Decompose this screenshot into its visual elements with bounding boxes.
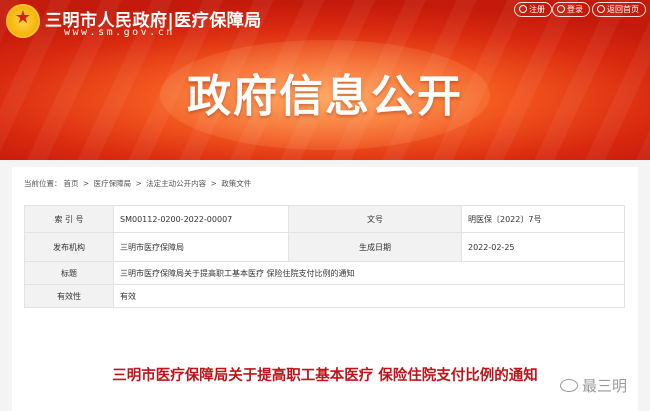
login-link[interactable]: 登录 [552,2,590,17]
issuer-label: 发布机构 [24,232,114,262]
table-row: 发布机构 三明市医疗保障局 生成日期 2022-02-25 [24,232,625,262]
person-icon [557,5,565,13]
validity-label: 有效性 [24,284,114,308]
home-label: 返回首页 [607,5,639,14]
banner-title: 政府信息公开 [187,71,463,122]
table-row: 标题 三明市医疗保障局关于提高职工基本医疗 保险住院支付比例的通知 [24,261,625,285]
register-label: 注册 [529,5,545,14]
breadcrumb-medical-insurance[interactable]: 医疗保障局 [94,179,132,188]
validity-value: 有效 [113,284,625,308]
register-link[interactable]: 注册 [514,2,552,17]
login-label: 登录 [567,5,583,14]
document-meta-table: 索 引 号 SM00112-0200-2022-00007 文号 明医保〔202… [24,205,625,308]
watermark-text: 最三明 [582,377,628,395]
breadcrumb-separator: > [82,179,90,188]
table-row: 索 引 号 SM00112-0200-2022-00007 文号 明医保〔202… [24,205,625,233]
title-value: 三明市医疗保障局关于提高职工基本医疗 保险住院支付比例的通知 [113,261,625,285]
docno-value: 明医保〔2022〕7号 [461,205,625,233]
breadcrumb-policy-docs[interactable]: 政策文件 [221,179,251,188]
table-row: 有效性 有效 [24,284,625,308]
issuer-value: 三明市医疗保障局 [113,232,289,262]
index-label: 索 引 号 [24,205,114,233]
breadcrumb-public-content[interactable]: 法定主动公开内容 [146,179,206,188]
breadcrumb-separator: > [210,179,217,188]
person-icon [519,5,527,13]
index-value: SM00112-0200-2022-00007 [113,205,289,233]
home-link[interactable]: 返回首页 [592,2,646,17]
title-label: 标题 [24,261,114,285]
wechat-icon [560,379,578,392]
document-title: 三明市医疗保障局关于提高职工基本医疗 保险住院支付比例的通知 [112,368,538,384]
header-banner: ★ 三明市人民政府|医疗保障局 www.sm.gov.cn 注册 登录 返回首页… [0,0,650,160]
site-url: www.sm.gov.cn [64,27,175,38]
national-emblem-icon: ★ [6,4,40,38]
date-label: 生成日期 [288,232,462,262]
breadcrumb-separator: > [135,179,142,188]
docno-label: 文号 [288,205,462,233]
breadcrumb-home[interactable]: 首页 [64,179,79,188]
watermark: 最三明 [560,375,627,396]
date-value: 2022-02-25 [461,232,625,262]
home-icon [597,5,605,13]
breadcrumb-prefix: 当前位置： [24,179,62,188]
breadcrumb: 当前位置： 首页 > 医疗保障局 > 法定主动公开内容 > 政策文件 [24,178,253,189]
